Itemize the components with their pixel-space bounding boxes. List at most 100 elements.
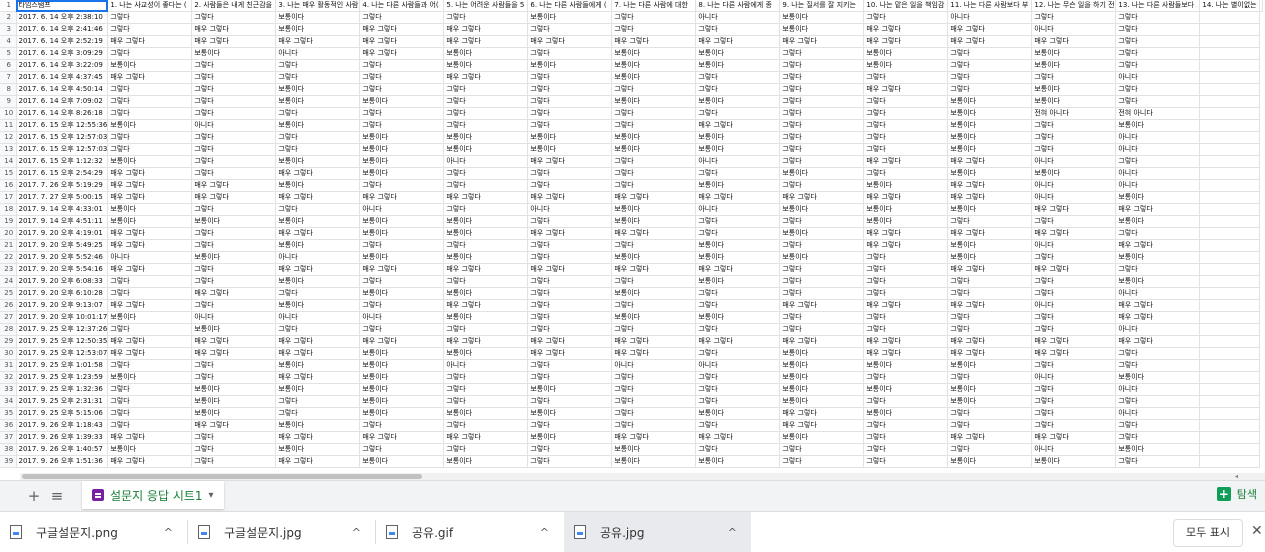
table-cell[interactable]: 그렇다 bbox=[779, 47, 865, 60]
table-cell[interactable]: 매우 그렇다 bbox=[695, 431, 781, 444]
table-cell[interactable]: 그렇다 bbox=[779, 107, 865, 120]
table-cell[interactable]: 매우 그렇다 bbox=[527, 227, 613, 240]
row-number[interactable]: 36 bbox=[0, 419, 17, 432]
table-cell[interactable]: 그렇다 bbox=[107, 419, 193, 432]
table-cell[interactable]: 그렇다 bbox=[443, 275, 529, 288]
row-number[interactable]: 27 bbox=[0, 311, 17, 324]
table-cell[interactable]: 매우 그렇다 bbox=[275, 263, 361, 276]
table-cell[interactable]: 보통이다 bbox=[695, 179, 781, 192]
table-cell[interactable] bbox=[1199, 335, 1261, 348]
table-cell[interactable]: 매우 그렇다 bbox=[527, 35, 613, 48]
table-cell[interactable]: 보통이다 bbox=[1115, 251, 1201, 264]
table-cell[interactable]: 그렇다 bbox=[527, 179, 613, 192]
table-cell[interactable]: 보통이다 bbox=[779, 383, 865, 396]
table-cell[interactable]: 보통이다 bbox=[611, 311, 697, 324]
table-cell[interactable]: 2017. 6. 14 오후 7:09:02 bbox=[16, 95, 109, 108]
table-cell[interactable]: 그렇다 bbox=[1031, 311, 1117, 324]
table-cell[interactable]: 그렇다 bbox=[191, 95, 277, 108]
table-cell[interactable]: 그렇다 bbox=[191, 455, 277, 468]
table-cell[interactable]: 매우 그렇다 bbox=[1115, 311, 1201, 324]
table-cell[interactable]: 보통이다 bbox=[275, 299, 361, 312]
table-cell[interactable]: 2017. 6. 14 오후 8:26:18 bbox=[16, 107, 109, 120]
table-cell[interactable]: 그렇다 bbox=[191, 275, 277, 288]
table-cell[interactable]: 그렇다 bbox=[1115, 47, 1201, 60]
table-cell[interactable]: 매우 그렇다 bbox=[275, 371, 361, 384]
table-cell[interactable]: 그렇다 bbox=[527, 215, 613, 228]
table-cell[interactable]: 그렇다 bbox=[863, 419, 949, 432]
table-cell[interactable]: 2017. 9. 26 오후 1:51:36 bbox=[16, 455, 109, 468]
table-cell[interactable]: 매우 그렇다 bbox=[1031, 347, 1117, 360]
table-cell[interactable]: 그렇다 bbox=[611, 167, 697, 180]
table-cell[interactable]: 보통이다 bbox=[275, 419, 361, 432]
table-cell[interactable] bbox=[1199, 179, 1261, 192]
table-cell[interactable]: 그렇다 bbox=[527, 107, 613, 120]
table-cell[interactable]: 그렇다 bbox=[779, 263, 865, 276]
table-cell[interactable]: 매우 그렇다 bbox=[191, 23, 277, 36]
table-cell[interactable]: 그렇다 bbox=[1031, 419, 1117, 432]
table-cell[interactable]: 보통이다 bbox=[1031, 167, 1117, 180]
table-cell[interactable]: 그렇다 bbox=[443, 371, 529, 384]
table-cell[interactable]: 보통이다 bbox=[443, 215, 529, 228]
table-cell[interactable]: 그렇다 bbox=[359, 323, 445, 336]
table-cell[interactable]: 매우 그렇다 bbox=[695, 119, 781, 132]
header-cell[interactable]: 6. 나는 다른 사람들에게 ( bbox=[527, 0, 613, 12]
table-cell[interactable]: 그렇다 bbox=[1115, 419, 1201, 432]
table-cell[interactable]: 보통이다 bbox=[191, 395, 277, 408]
table-cell[interactable]: 그렇다 bbox=[107, 359, 193, 372]
table-cell[interactable]: 그렇다 bbox=[1115, 395, 1201, 408]
table-cell[interactable]: 매우 그렇다 bbox=[527, 335, 613, 348]
table-cell[interactable]: 매우 그렇다 bbox=[1031, 431, 1117, 444]
table-cell[interactable]: 보통이다 bbox=[443, 311, 529, 324]
table-cell[interactable]: 보통이다 bbox=[611, 215, 697, 228]
table-cell[interactable]: 매우 그렇다 bbox=[359, 35, 445, 48]
table-cell[interactable]: 그렇다 bbox=[611, 395, 697, 408]
table-cell[interactable] bbox=[1199, 143, 1261, 156]
table-cell[interactable]: 매우 그렇다 bbox=[275, 335, 361, 348]
table-cell[interactable]: 그렇다 bbox=[947, 443, 1033, 456]
table-cell[interactable]: 매우 그렇다 bbox=[359, 191, 445, 204]
row-number[interactable]: 23 bbox=[0, 263, 17, 276]
table-cell[interactable]: 매우 그렇다 bbox=[779, 407, 865, 420]
table-cell[interactable]: 그렇다 bbox=[947, 323, 1033, 336]
table-cell[interactable]: 매우 그렇다 bbox=[947, 347, 1033, 360]
table-cell[interactable]: 보통이다 bbox=[359, 95, 445, 108]
table-cell[interactable]: 그렇다 bbox=[191, 107, 277, 120]
table-cell[interactable]: 2017. 9. 20 오후 9:13:07 bbox=[16, 299, 109, 312]
table-cell[interactable]: 매우 그렇다 bbox=[947, 155, 1033, 168]
table-cell[interactable]: 그렇다 bbox=[527, 455, 613, 468]
table-cell[interactable]: 매우 그렇다 bbox=[443, 71, 529, 84]
table-cell[interactable]: 아니다 bbox=[1115, 287, 1201, 300]
table-cell[interactable]: 아니다 bbox=[275, 47, 361, 60]
table-cell[interactable]: 그렇다 bbox=[527, 275, 613, 288]
table-cell[interactable]: 보통이다 bbox=[527, 11, 613, 24]
table-cell[interactable]: 매우 그렇다 bbox=[863, 191, 949, 204]
table-cell[interactable]: 매우 그렇다 bbox=[695, 191, 781, 204]
table-cell[interactable]: 보통이다 bbox=[611, 455, 697, 468]
table-cell[interactable]: 매우 그렇다 bbox=[443, 431, 529, 444]
table-cell[interactable]: 매우 그렇다 bbox=[695, 335, 781, 348]
table-cell[interactable]: 그렇다 bbox=[359, 419, 445, 432]
row-number[interactable]: 19 bbox=[0, 215, 17, 228]
table-cell[interactable]: 그렇다 bbox=[359, 119, 445, 132]
table-cell[interactable]: 전혀 아니다 bbox=[1115, 107, 1201, 120]
table-cell[interactable]: 매우 그렇다 bbox=[863, 335, 949, 348]
table-cell[interactable]: 매우 그렇다 bbox=[611, 263, 697, 276]
table-cell[interactable]: 그렇다 bbox=[275, 59, 361, 72]
table-cell[interactable]: 보통이다 bbox=[443, 227, 529, 240]
table-cell[interactable]: 보통이다 bbox=[443, 347, 529, 360]
table-cell[interactable]: 매우 그렇다 bbox=[107, 299, 193, 312]
row-number[interactable]: 11 bbox=[0, 119, 17, 132]
table-cell[interactable]: 보통이다 bbox=[527, 407, 613, 420]
table-cell[interactable]: 그렇다 bbox=[947, 59, 1033, 72]
table-cell[interactable]: 2017. 6. 15 오후 2:54:29 bbox=[16, 167, 109, 180]
table-cell[interactable]: 그렇다 bbox=[275, 71, 361, 84]
table-cell[interactable]: 그렇다 bbox=[107, 131, 193, 144]
table-cell[interactable]: 그렇다 bbox=[275, 287, 361, 300]
table-cell[interactable]: 그렇다 bbox=[1031, 143, 1117, 156]
table-cell[interactable]: 매우 그렇다 bbox=[107, 347, 193, 360]
table-cell[interactable]: 보통이다 bbox=[695, 311, 781, 324]
table-cell[interactable]: 아니다 bbox=[1031, 443, 1117, 456]
table-cell[interactable]: 2017. 6. 15 오후 12:57:03 bbox=[16, 143, 109, 156]
row-number[interactable]: 6 bbox=[0, 59, 17, 72]
table-cell[interactable]: 아니다 bbox=[359, 311, 445, 324]
